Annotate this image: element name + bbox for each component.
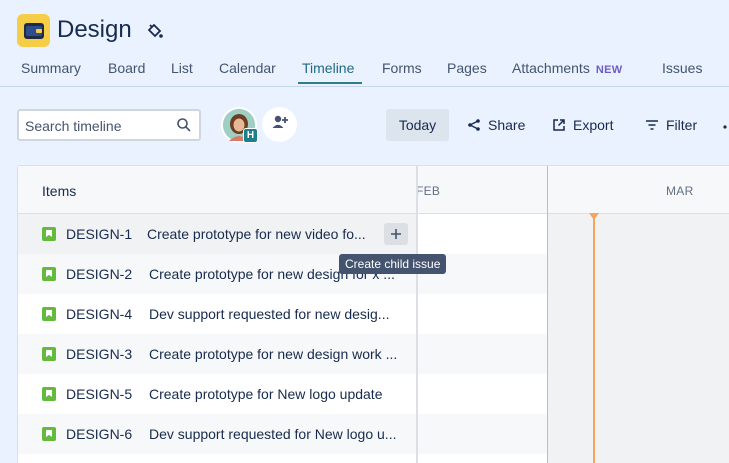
page-title: Design — [57, 16, 132, 43]
issue-summary[interactable]: Create prototype for new video fo... — [147, 226, 377, 242]
share-button[interactable]: Share — [466, 109, 525, 141]
search-input[interactable] — [25, 116, 171, 136]
today-button[interactable]: Today — [386, 109, 449, 141]
search-icon[interactable] — [175, 116, 193, 134]
issue-summary[interactable]: Create prototype for New logo update — [149, 386, 409, 402]
issue-key[interactable]: DESIGN-2 — [66, 266, 132, 282]
add-people-button[interactable] — [262, 107, 297, 142]
today-line — [593, 214, 595, 463]
table-row[interactable]: DESIGN-5 Create prototype for New logo u… — [18, 374, 729, 414]
issue-summary[interactable]: Dev support requested for New logo u... — [149, 426, 409, 442]
tab-issues[interactable]: Issues — [662, 58, 702, 86]
filter-icon — [644, 117, 660, 133]
issue-key[interactable]: DESIGN-6 — [66, 426, 132, 442]
export-button[interactable]: Export — [551, 109, 613, 141]
tab-forms[interactable]: Forms — [382, 58, 422, 86]
share-icon — [466, 117, 482, 133]
divider — [0, 86, 729, 87]
story-icon — [42, 387, 56, 401]
table-row[interactable]: DESIGN-6 Dev support requested for New l… — [18, 414, 729, 454]
search-field — [17, 109, 201, 141]
timeline-header: Items FEB MAR — [18, 166, 729, 214]
issue-key[interactable]: DESIGN-3 — [66, 346, 132, 362]
plus-icon — [391, 229, 401, 239]
table-row[interactable]: DESIGN-4 Dev support requested for new d… — [18, 294, 729, 334]
panel-divider[interactable] — [416, 166, 418, 463]
issue-key[interactable]: DESIGN-1 — [66, 226, 132, 242]
story-icon — [42, 307, 56, 321]
project-avatar-icon[interactable] — [17, 14, 50, 47]
tab-board[interactable]: Board — [108, 58, 145, 86]
tab-summary[interactable]: Summary — [21, 58, 81, 86]
issue-key[interactable]: DESIGN-5 — [66, 386, 132, 402]
project-tabs: Summary Board List Calendar Timeline For… — [0, 58, 729, 86]
active-tab-indicator — [298, 82, 362, 84]
table-row[interactable]: DESIGN-3 Create prototype for new design… — [18, 334, 729, 374]
new-badge: NEW — [595, 64, 623, 76]
create-child-issue-button[interactable] — [384, 223, 408, 245]
story-icon — [42, 227, 56, 241]
timeline-toolbar — [0, 104, 729, 146]
more-options-button[interactable] — [722, 109, 729, 141]
issue-summary[interactable]: Create prototype for new design work ... — [149, 346, 409, 362]
table-row[interactable]: DESIGN-1 Create prototype for new video … — [18, 214, 729, 254]
month-label-mar: MAR — [666, 184, 694, 198]
tab-attachments[interactable]: Attachments NEW — [512, 58, 622, 86]
tab-calendar[interactable]: Calendar — [219, 58, 276, 86]
month-label-feb: FEB — [416, 184, 441, 198]
items-column-header: Items — [42, 183, 77, 199]
export-icon — [551, 117, 567, 133]
story-icon — [42, 267, 56, 281]
filter-button[interactable]: Filter — [644, 109, 697, 141]
issue-key[interactable]: DESIGN-4 — [66, 306, 132, 322]
more-icon — [722, 117, 729, 133]
tooltip: Create child issue — [339, 254, 447, 274]
paint-bucket-icon[interactable] — [144, 20, 166, 42]
timeline-grid: Items FEB MAR DESIGN-1 Create prototype … — [17, 165, 729, 463]
tab-list[interactable]: List — [171, 58, 193, 86]
story-icon — [42, 347, 56, 361]
project-header: Design Summary Board List Calendar Timel… — [0, 0, 729, 88]
issue-summary[interactable]: Dev support requested for new desig... — [149, 306, 409, 322]
avatar-initial-badge: H — [243, 128, 258, 143]
add-person-icon — [271, 113, 289, 136]
tab-pages[interactable]: Pages — [447, 58, 487, 86]
story-icon — [42, 427, 56, 441]
